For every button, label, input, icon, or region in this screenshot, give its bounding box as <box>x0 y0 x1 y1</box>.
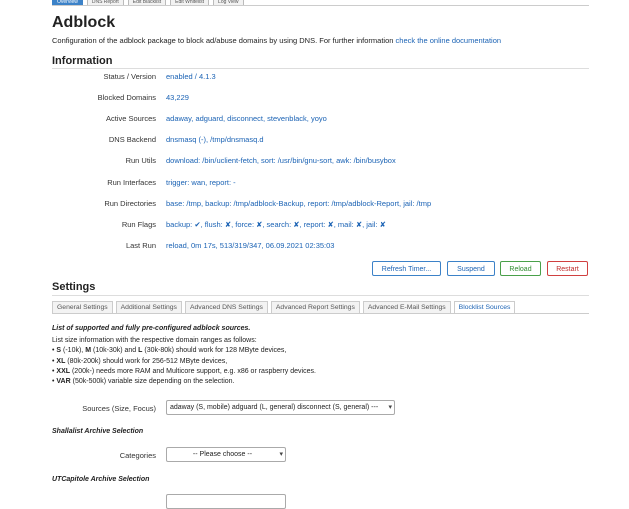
info-row-run-interfaces: Run Interfaces trigger: wan, report: - <box>52 178 572 190</box>
refresh-timer-button[interactable]: Refresh Timer... <box>372 261 441 276</box>
sources-row: Sources (Size, Focus) adaway (S, mobile)… <box>52 400 572 416</box>
blocklist-title: List of supported and fully pre-configur… <box>52 325 251 332</box>
utcapitole-heading: UTCapitole Archive Selection <box>52 476 150 483</box>
online-documentation-link[interactable]: check the online documentation <box>396 36 502 45</box>
sources-select[interactable]: adaway (S, mobile) adguard (L, general) … <box>166 400 395 415</box>
info-label: Status / Version <box>103 72 156 81</box>
info-row-status: Status / Version enabled / 4.1.3 <box>52 72 572 84</box>
info-row-run-flags: Run Flags backup: ✔, flush: ✘, force: ✘,… <box>52 220 572 232</box>
settings-divider <box>52 295 589 296</box>
info-row-blocked-domains: Blocked Domains 43,229 <box>52 93 572 105</box>
sources-selected-value: adaway (S, mobile) adguard (L, general) … <box>170 404 379 411</box>
info-row-run-utils: Run Utils download: /bin/uclient-fetch, … <box>52 156 572 168</box>
blocklist-size-info: List size information with the respectiv… <box>52 336 316 387</box>
information-heading: Information <box>52 55 113 67</box>
info-row-dns-backend: DNS Backend dnsmasq (-), /tmp/dnsmasq.d <box>52 135 572 147</box>
size-text: (30k-80k) should work for 128 MByte devi… <box>142 347 287 355</box>
categories-selected-value: -- Please choose -- <box>192 451 253 458</box>
list-item: • VAR (50k-500k) variable size depending… <box>52 378 235 386</box>
size-text: (200k-) needs more RAM and Multicore sup… <box>70 367 316 375</box>
info-label: Last Run <box>125 241 156 250</box>
size-text: (10k-30k) and <box>91 347 139 355</box>
blocklist-intro: List size information with the respectiv… <box>52 337 257 344</box>
info-label: Run Directories <box>104 199 156 208</box>
info-value: reload, 0m 17s, 513/319/347, 06.09.2021 … <box>166 241 335 250</box>
chevron-down-icon: ▾ <box>279 451 283 458</box>
top-tab-divider <box>52 5 589 6</box>
shallalist-heading: Shallalist Archive Selection <box>52 428 144 435</box>
categories-row: Categories -- Please choose -- ▾ <box>52 447 572 463</box>
info-value: adaway, adguard, disconnect, stevenblack… <box>166 114 327 123</box>
size-text: (-10k), <box>61 347 86 355</box>
info-label: DNS Backend <box>108 135 156 144</box>
description-text: Configuration of the adblock package to … <box>52 36 394 45</box>
chevron-down-icon: ▾ <box>388 404 392 411</box>
information-divider <box>52 68 589 69</box>
info-row-last-run: Last Run reload, 0m 17s, 513/319/347, 06… <box>52 241 572 253</box>
reload-button[interactable]: Reload <box>500 261 541 276</box>
info-value: enabled / 4.1.3 <box>166 72 216 81</box>
size-code: XXL <box>56 367 71 375</box>
settings-heading: Settings <box>52 281 96 293</box>
list-item: • S (-10k), M (10k-30k) and L (30k-80k) … <box>52 347 287 355</box>
settings-tab-divider <box>52 313 589 314</box>
size-text: (80k-200k) should work for 256-512 MByte… <box>65 357 228 365</box>
info-value: 43,229 <box>166 93 189 102</box>
info-row-active-sources: Active Sources adaway, adguard, disconne… <box>52 114 572 126</box>
list-item: • XXL (200k-) needs more RAM and Multico… <box>52 367 316 375</box>
page-title: Adblock <box>52 14 116 31</box>
info-label: Blocked Domains <box>97 93 156 102</box>
info-label: Run Flags <box>121 220 156 229</box>
info-value: backup: ✔, flush: ✘, force: ✘, search: ✘… <box>166 220 386 229</box>
info-value: download: /bin/uclient-fetch, sort: /usr… <box>166 156 396 165</box>
list-item: • XL (80k-200k) should work for 256-512 … <box>52 357 228 365</box>
info-value: dnsmasq (-), /tmp/dnsmasq.d <box>166 135 264 144</box>
suspend-button[interactable]: Suspend <box>447 261 495 276</box>
size-code: VAR <box>56 378 71 386</box>
info-row-run-directories: Run Directories base: /tmp, backup: /tmp… <box>52 199 572 211</box>
size-text: (50k-500k) variable size depending on th… <box>70 378 235 386</box>
categories-select[interactable]: -- Please choose -- ▾ <box>166 447 286 462</box>
info-value: base: /tmp, backup: /tmp/adblock-Backup,… <box>166 199 432 208</box>
categories-label: Categories <box>119 451 156 460</box>
info-label: Active Sources <box>105 114 156 123</box>
utcapitole-select[interactable] <box>166 494 286 509</box>
info-label: Run Utils <box>125 156 156 165</box>
sources-label: Sources (Size, Focus) <box>82 404 156 413</box>
info-label: Run Interfaces <box>107 178 156 187</box>
page-description: Configuration of the adblock package to … <box>52 36 501 45</box>
restart-button[interactable]: Restart <box>547 261 588 276</box>
info-value: trigger: wan, report: - <box>166 178 236 187</box>
